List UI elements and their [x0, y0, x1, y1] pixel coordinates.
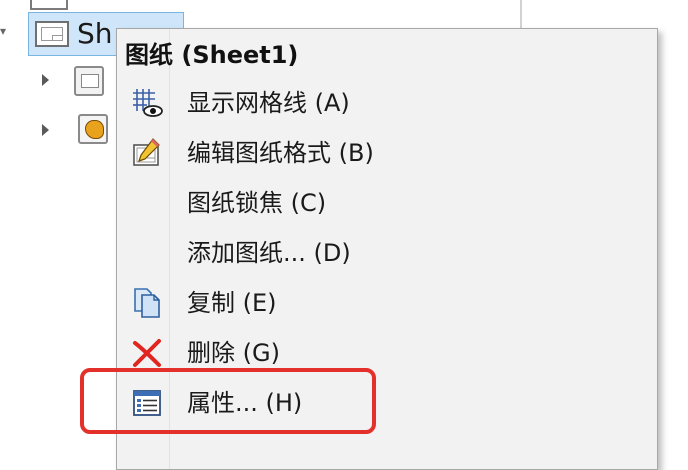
expand-arrow-icon[interactable] — [42, 124, 49, 136]
menu-item-edit-sheet-format[interactable]: 编辑图纸格式 (B) — [117, 129, 657, 177]
drawing-view-icon[interactable] — [78, 114, 108, 144]
menu-item-label: 删除 (G) — [187, 339, 280, 367]
collapse-caret-icon[interactable]: ▾ — [0, 24, 6, 38]
menu-item-label: 复制 (E) — [187, 289, 277, 317]
menu-item-copy[interactable]: 复制 (E) — [117, 279, 657, 327]
context-menu: 图纸 (Sheet1) 显示网格线 (A) 编辑图纸格式 (B) 图纸锁焦 (C… — [116, 28, 658, 470]
parent-node-icon — [30, 0, 68, 10]
menu-item-label: 添加图纸... (D) — [187, 239, 351, 267]
expand-arrow-icon[interactable] — [42, 74, 49, 86]
sheet-label: Sh — [77, 17, 113, 50]
grid-eye-icon — [133, 89, 163, 117]
copy-icon — [134, 288, 160, 318]
menu-item-lock-sheet-focus[interactable]: 图纸锁焦 (C) — [117, 179, 657, 227]
menu-item-properties[interactable]: 属性... (H) — [117, 379, 657, 427]
menu-item-label: 图纸锁焦 (C) — [187, 189, 327, 217]
menu-item-label: 编辑图纸格式 (B) — [187, 139, 374, 167]
sheet-icon — [35, 21, 69, 47]
menu-item-show-grid[interactable]: 显示网格线 (A) — [117, 79, 657, 127]
properties-icon — [133, 390, 161, 416]
menu-item-label: 属性... (H) — [187, 389, 303, 417]
menu-item-add-sheet[interactable]: 添加图纸... (D) — [117, 229, 657, 277]
menu-item-label: 显示网格线 (A) — [187, 89, 350, 117]
menu-title: 图纸 (Sheet1) — [125, 41, 299, 69]
delete-icon — [133, 339, 161, 367]
edit-sheet-format-icon — [133, 138, 160, 166]
sheet-format-icon[interactable] — [74, 66, 104, 96]
menu-item-delete[interactable]: 删除 (G) — [117, 329, 657, 377]
